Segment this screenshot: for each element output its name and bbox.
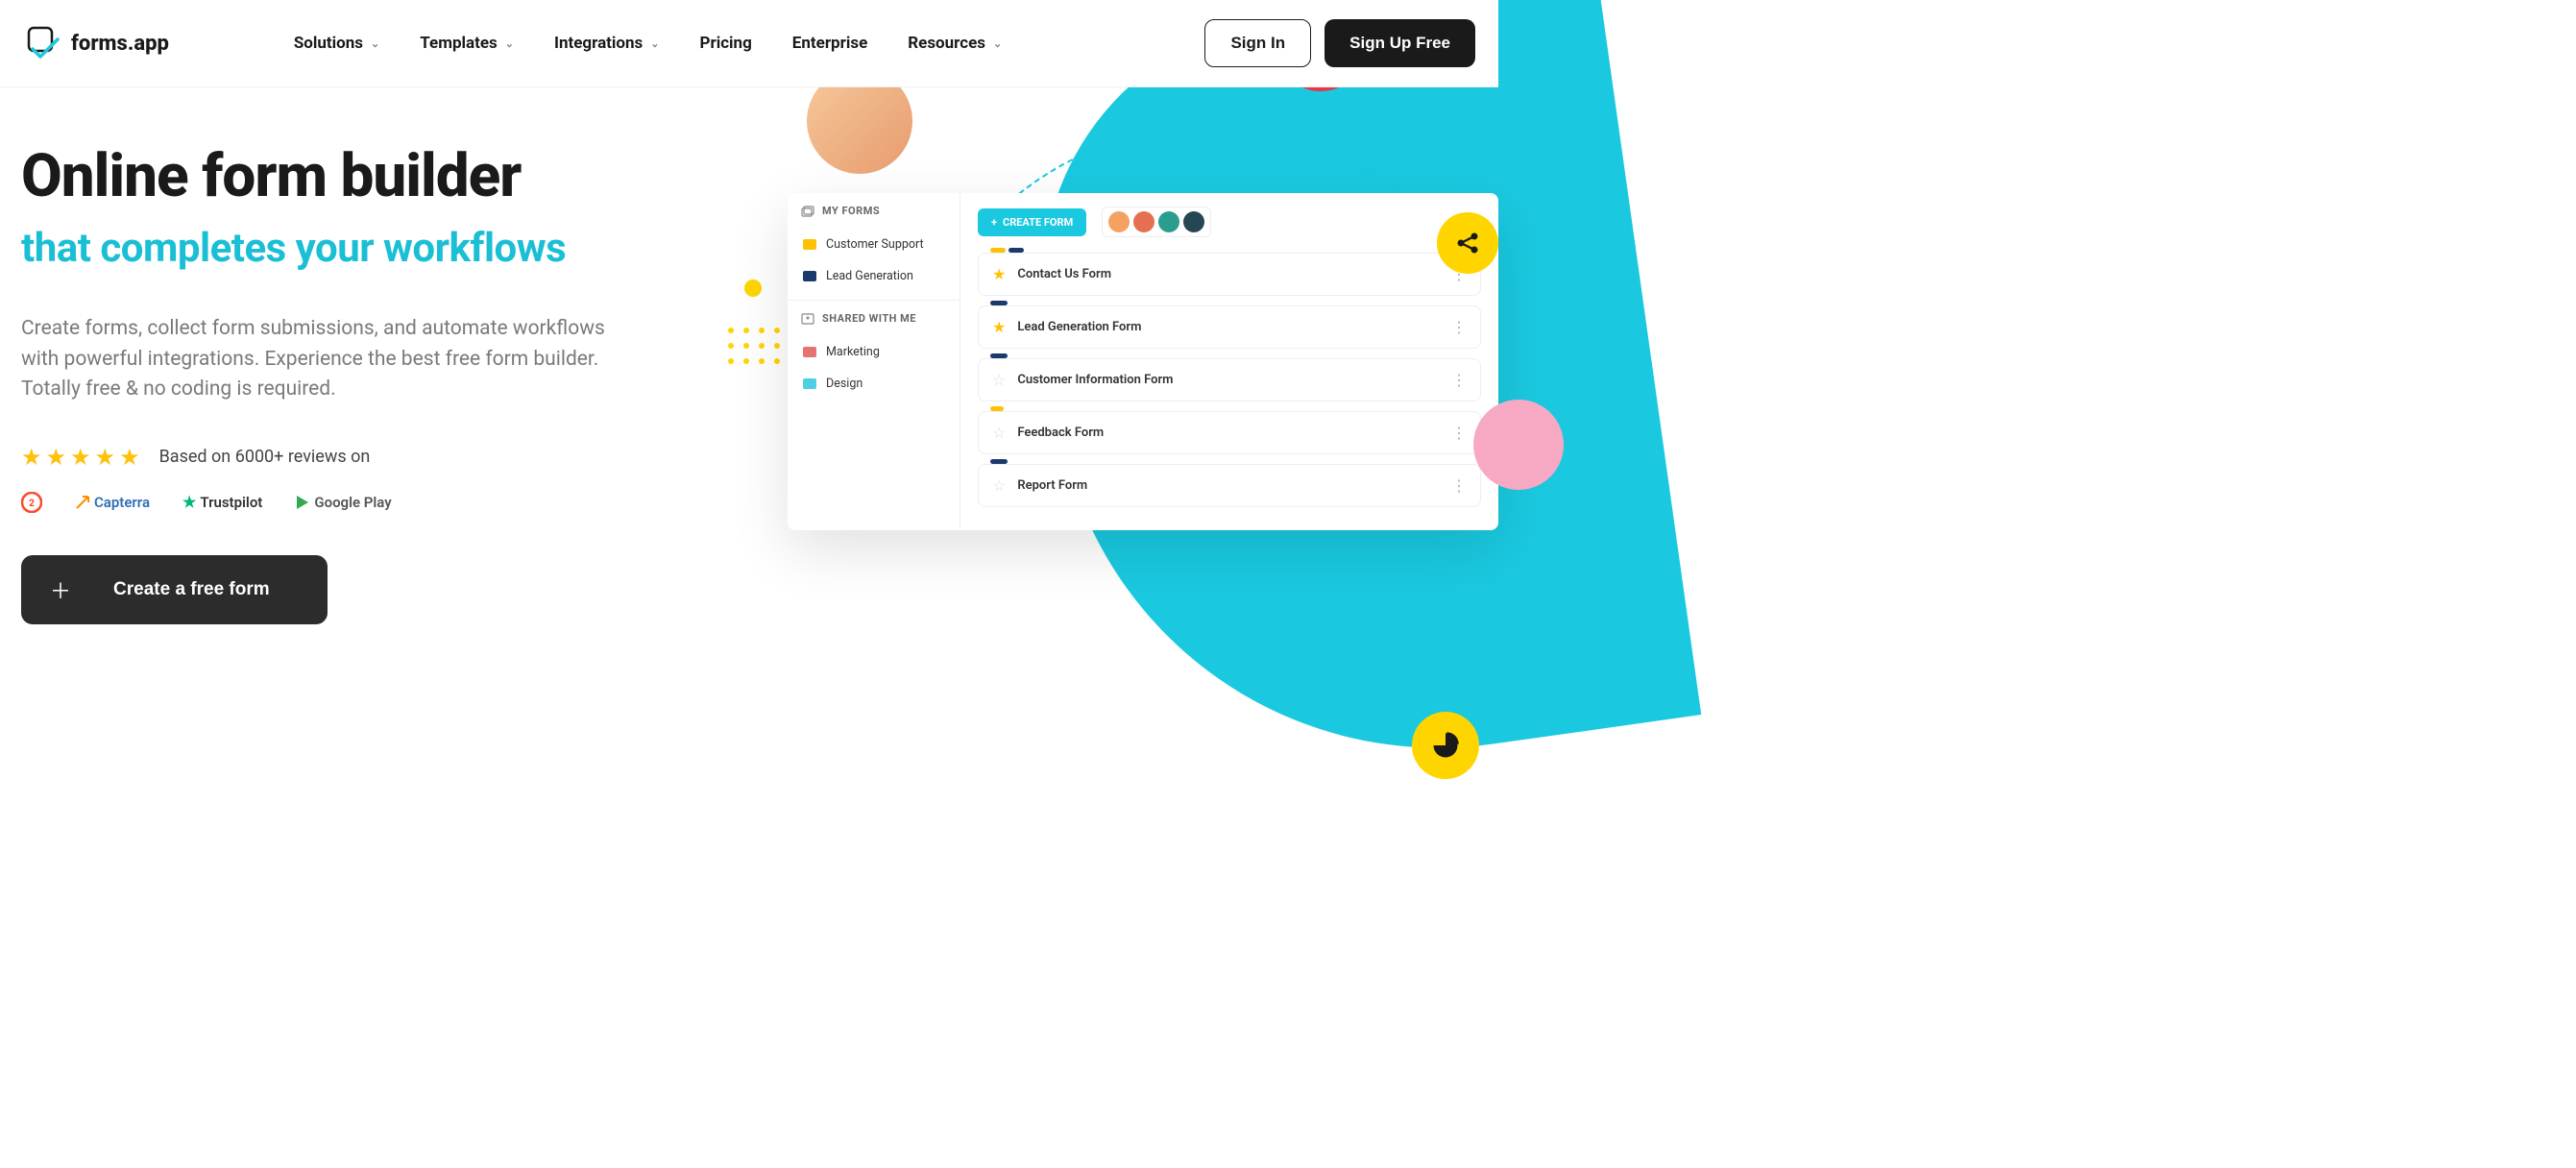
shared-icon <box>801 313 814 325</box>
folder-icon <box>803 271 816 281</box>
googleplay-logo[interactable]: Google Play <box>295 494 391 511</box>
hero-illustration: MY FORMS Customer Support Lead Generatio… <box>692 68 1537 760</box>
folder-customer-support[interactable]: Customer Support <box>788 229 960 260</box>
sidebar-header-shared: SHARED WITH ME <box>788 300 960 336</box>
app-mockup: MY FORMS Customer Support Lead Generatio… <box>788 193 1498 530</box>
star-icon[interactable]: ☆ <box>992 476 1006 495</box>
nav-integrations[interactable]: Integrations⌄ <box>554 34 660 53</box>
hero-subtitle: that completes your workflows <box>21 225 672 272</box>
folders-icon <box>801 206 814 217</box>
avatar <box>1133 211 1154 232</box>
chevron-down-icon: ⌄ <box>993 37 1002 50</box>
chevron-down-icon: ⌄ <box>650 37 659 50</box>
avatar <box>1108 211 1130 232</box>
star-icon[interactable]: ☆ <box>992 371 1006 389</box>
folder-icon <box>803 378 816 389</box>
g2-logo[interactable]: 2 <box>21 492 42 513</box>
more-icon[interactable]: ⋮ <box>1451 424 1467 442</box>
avatar <box>1158 211 1179 232</box>
mockup-toolbar: +CREATE FORM <box>978 207 1481 237</box>
star-icon: ★ <box>21 444 42 471</box>
site-header: forms.app Solutions⌄ Templates⌄ Integrat… <box>0 0 1498 87</box>
star-icon[interactable]: ☆ <box>992 424 1006 442</box>
nav-templates[interactable]: Templates⌄ <box>420 34 514 53</box>
mockup-main: +CREATE FORM ★Contact Us Form⋮ ★Lead Gen… <box>960 193 1498 530</box>
hero-description: Create forms, collect form submissions, … <box>21 314 636 405</box>
folder-design[interactable]: Design <box>788 368 960 400</box>
folder-lead-generation[interactable]: Lead Generation <box>788 260 960 292</box>
nav-resources[interactable]: Resources⌄ <box>908 34 1002 53</box>
star-icon: ★ <box>119 444 140 471</box>
form-card[interactable]: ☆Customer Information Form⋮ <box>978 358 1481 402</box>
header-actions: Sign In Sign Up Free <box>1204 19 1475 67</box>
plus-icon: ＋ <box>50 574 71 605</box>
share-badge <box>1437 212 1498 274</box>
nav-enterprise[interactable]: Enterprise <box>792 34 867 53</box>
star-icon: ★ <box>182 493 196 511</box>
star-icon[interactable]: ★ <box>992 318 1006 336</box>
arrow-icon <box>75 495 90 510</box>
svg-text:2: 2 <box>29 499 35 509</box>
form-card[interactable]: ★Lead Generation Form⋮ <box>978 305 1481 349</box>
collaborator-avatars <box>1102 207 1211 237</box>
hero-copy: Online form builder that completes your … <box>0 87 672 669</box>
nav-pricing[interactable]: Pricing <box>700 34 752 53</box>
mockup-sidebar: MY FORMS Customer Support Lead Generatio… <box>788 193 960 530</box>
folder-icon <box>803 347 816 357</box>
hero-title: Online form builder <box>21 145 672 207</box>
more-icon[interactable]: ⋮ <box>1451 371 1467 389</box>
pie-chart-icon <box>1431 731 1460 760</box>
more-icon[interactable]: ⋮ <box>1451 318 1467 336</box>
main-nav: Solutions⌄ Templates⌄ Integrations⌄ Pric… <box>294 34 1002 53</box>
signin-button[interactable]: Sign In <box>1204 19 1311 67</box>
chart-badge <box>1412 712 1479 779</box>
form-card[interactable]: ★Contact Us Form⋮ <box>978 253 1481 296</box>
sidebar-header-myforms: MY FORMS <box>788 193 960 229</box>
logo-icon <box>23 24 61 62</box>
capterra-logo[interactable]: Capterra <box>75 494 150 511</box>
review-sites: 2 Capterra ★ Trustpilot Google Play <box>21 492 672 513</box>
star-rating: ★ ★ ★ ★ ★ <box>21 444 140 471</box>
chevron-down-icon: ⌄ <box>371 37 379 50</box>
more-icon[interactable]: ⋮ <box>1451 476 1467 495</box>
form-card[interactable]: ☆Report Form⋮ <box>978 464 1481 507</box>
play-icon <box>295 495 310 510</box>
rating-text: Based on 6000+ reviews on <box>159 447 371 467</box>
star-icon: ★ <box>46 444 67 471</box>
create-form-button[interactable]: +CREATE FORM <box>978 208 1086 236</box>
chevron-down-icon: ⌄ <box>505 37 514 50</box>
form-card[interactable]: ☆Feedback Form⋮ <box>978 411 1481 454</box>
signup-button[interactable]: Sign Up Free <box>1324 19 1475 67</box>
star-icon: ★ <box>70 444 91 471</box>
decor-yellow-dot <box>744 280 762 297</box>
create-form-cta[interactable]: ＋ Create a free form <box>21 555 328 624</box>
folder-marketing[interactable]: Marketing <box>788 336 960 368</box>
avatar <box>1473 400 1564 490</box>
g2-icon: 2 <box>21 492 42 513</box>
star-icon: ★ <box>95 444 116 471</box>
logo-text: forms.app <box>71 32 169 56</box>
folder-icon <box>803 239 816 250</box>
star-icon[interactable]: ★ <box>992 265 1006 283</box>
share-icon <box>1454 230 1481 256</box>
decor-dot-grid <box>728 328 795 364</box>
nav-solutions[interactable]: Solutions⌄ <box>294 34 379 53</box>
trustpilot-logo[interactable]: ★ Trustpilot <box>182 493 262 511</box>
rating-row: ★ ★ ★ ★ ★ Based on 6000+ reviews on <box>21 444 672 471</box>
plus-icon: + <box>991 216 997 229</box>
logo[interactable]: forms.app <box>23 24 169 62</box>
avatar <box>1183 211 1204 232</box>
hero-section: Online form builder that completes your … <box>0 87 1498 669</box>
